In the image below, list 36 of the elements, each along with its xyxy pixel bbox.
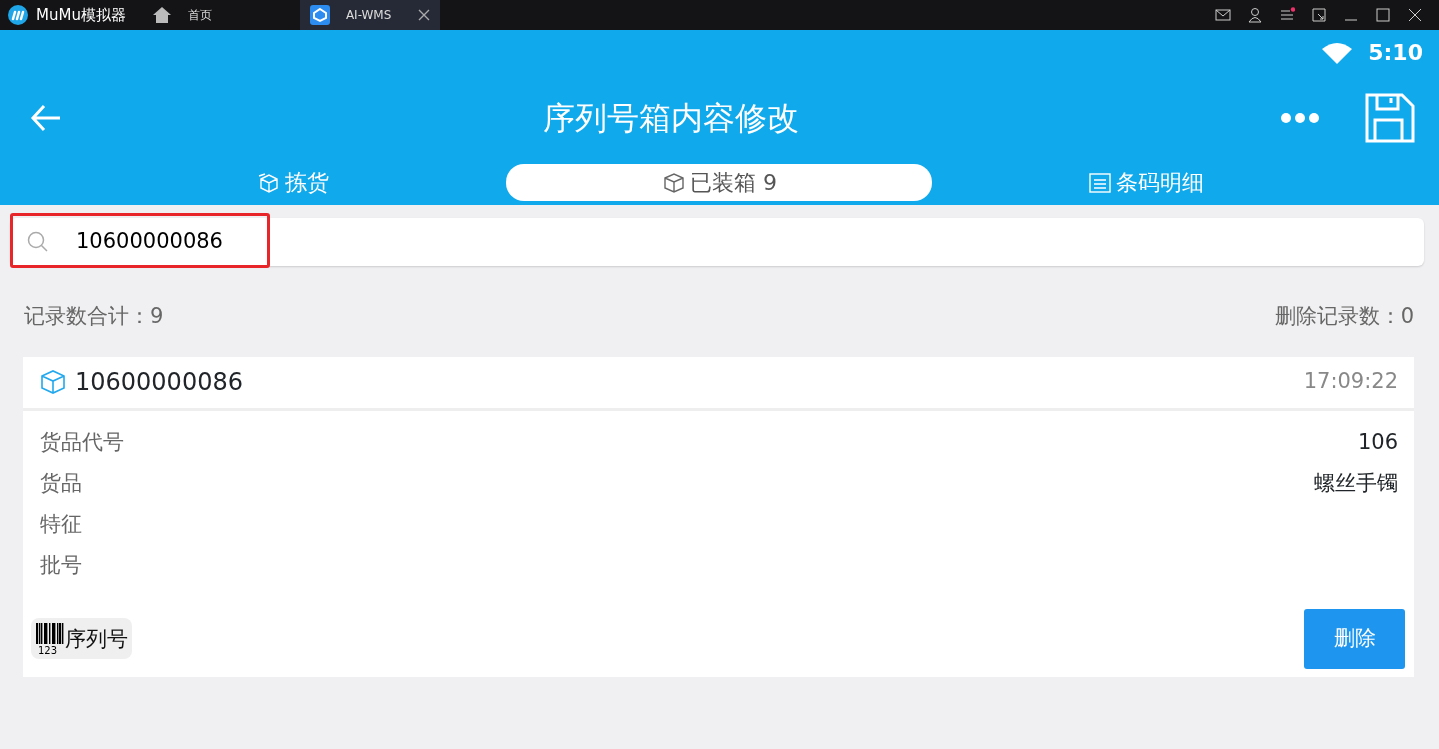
- more-icon[interactable]: [1280, 111, 1320, 124]
- maximize-icon[interactable]: [1375, 7, 1391, 23]
- serial-number-button[interactable]: 123 序列号: [31, 618, 132, 659]
- menu-icon[interactable]: [1279, 7, 1295, 23]
- window-tab[interactable]: AI-WMS: [299, 0, 440, 30]
- field-label: 货品代号: [40, 428, 124, 456]
- tab[interactable]: 已装箱 9: [506, 164, 933, 201]
- deleted-count: 删除记录数：0: [1274, 303, 1414, 330]
- page-title: 序列号箱内容修改: [542, 97, 800, 139]
- status-time: 5:10: [1368, 39, 1423, 67]
- app-name: MuMu模拟器: [36, 4, 126, 26]
- close-icon[interactable]: [1407, 7, 1423, 23]
- box-icon: [662, 170, 686, 195]
- record-code: 10600000086: [75, 367, 243, 398]
- field-label: 批号: [40, 551, 82, 579]
- search-icon: [26, 230, 50, 254]
- save-icon[interactable]: [1365, 92, 1415, 143]
- home-icon: [151, 6, 172, 24]
- resize-icon[interactable]: [1311, 7, 1327, 23]
- user-icon[interactable]: [1247, 7, 1263, 23]
- search-field[interactable]: 10600000086: [74, 225, 374, 259]
- app-icon: [309, 5, 330, 25]
- mail-icon[interactable]: [1215, 7, 1231, 23]
- window-tab[interactable]: 首页: [141, 0, 222, 30]
- record-total: 记录数合计：9: [24, 303, 164, 330]
- list-icon: [1087, 170, 1112, 195]
- wifi-icon: [1322, 41, 1353, 64]
- back-arrow-icon[interactable]: [30, 103, 62, 132]
- box-icon: [39, 368, 67, 396]
- close-icon: [417, 9, 430, 21]
- field-label: 货品: [40, 469, 82, 497]
- field-label: 特征: [40, 510, 82, 538]
- app-logo-icon: [8, 5, 28, 25]
- record-time: 17:09:22: [1303, 368, 1398, 396]
- field-value: 106: [1357, 428, 1398, 456]
- field-value: 螺丝手镯: [1314, 469, 1398, 497]
